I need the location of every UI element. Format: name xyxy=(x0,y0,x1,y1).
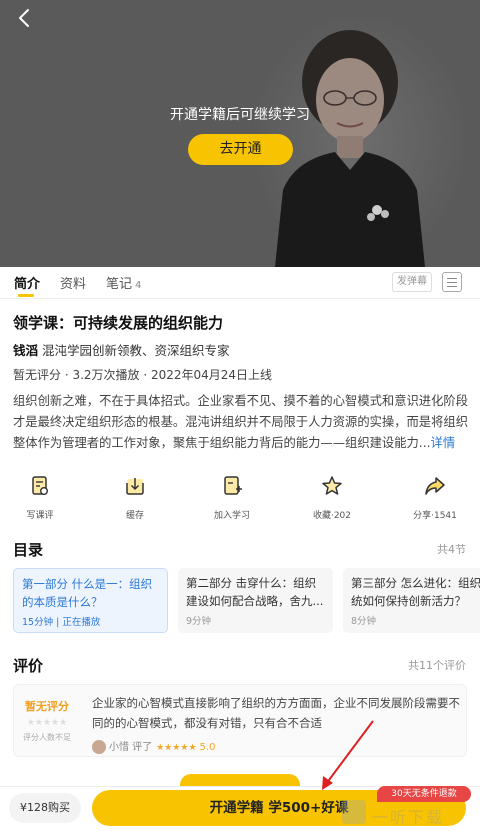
add-study-button[interactable]: 加入学习 xyxy=(197,474,267,521)
empty-stars: ★★★★★ xyxy=(26,718,68,728)
share-icon xyxy=(425,477,445,495)
catalog-item[interactable]: 第二部分 击穿什么：组织建设如何配合战略，舍九... 9分钟 xyxy=(178,568,333,633)
score-summary: 暂无评分 ★★★★★ 评分人数不足 xyxy=(14,685,80,758)
reviewer-line: 小惜 评了 ★★★★★ 5.0 xyxy=(92,738,215,754)
no-score-label: 暂无评分 xyxy=(25,700,69,713)
author-line: 钱滔 混沌学园创新领教、资深组织专家 xyxy=(13,340,230,359)
download-icon xyxy=(126,478,144,495)
download-label: 缓存 xyxy=(125,511,144,521)
description-more-link[interactable]: 详情 xyxy=(431,436,456,450)
catalog-item-meta: 15分钟 | 正在播放 xyxy=(22,617,101,628)
catalog-item-meta: 8分钟 xyxy=(351,616,377,627)
danmu-toggle-icon[interactable] xyxy=(442,272,462,292)
write-review-label: 写课评 xyxy=(26,511,54,521)
tab-notes-count: 4 xyxy=(135,280,142,291)
review-stars: ★★★★★ xyxy=(156,743,197,753)
watermark-logo-icon xyxy=(342,800,366,824)
catalog-count-link[interactable]: 共4节 xyxy=(437,541,466,557)
catalog-item[interactable]: 第一部分 什么是一：组织的本质是什么？ 15分钟 | 正在播放 xyxy=(13,568,168,633)
send-danmu-button[interactable]: 发弹幕 xyxy=(392,272,432,292)
download-button[interactable]: 缓存 xyxy=(100,474,170,521)
reviewer-name: 小惜 评了 xyxy=(109,742,153,753)
buy-button[interactable]: ¥128购买 xyxy=(9,793,81,823)
open-enrollment-button[interactable]: 去开通 xyxy=(188,134,293,165)
share-label: 分享·1541 xyxy=(413,511,457,521)
write-review-button[interactable]: 写课评 xyxy=(5,474,75,521)
star-icon xyxy=(322,476,342,495)
watermark-text: 一听下载 xyxy=(372,808,445,827)
reviews-count-link[interactable]: 共11个评价 xyxy=(408,657,466,673)
author-description: 混沌学园创新领教、资深组织专家 xyxy=(42,343,230,358)
tab-active-indicator xyxy=(18,294,34,297)
write-review-icon xyxy=(32,476,48,495)
add-study-icon xyxy=(224,476,242,495)
back-arrow-icon[interactable] xyxy=(12,6,38,32)
site-watermark: 一听下载 xyxy=(342,798,476,828)
course-description: 组织创新之难，不在于具体招式。企业家看不见、摸不着的心智模式和意识进化阶段才是最… xyxy=(13,391,469,454)
catalog-item-title: 第三部分 怎么进化：组织系统如何保持创新活力？ xyxy=(351,576,480,608)
add-study-label: 加入学习 xyxy=(213,511,250,521)
catalog-title: 目录 xyxy=(13,541,44,559)
catalog-item-title: 第二部分 击穿什么：组织建设如何配合战略，舍九... xyxy=(186,576,324,608)
course-title: 领学课：可持续发展的组织能力 xyxy=(13,314,224,332)
course-stats: 暂无评分 · 3.2万次播放 · 2022年04月24日上线 xyxy=(13,368,273,382)
author-name[interactable]: 钱滔 xyxy=(13,343,38,358)
unlock-prompt: 开通学籍后可继续学习 xyxy=(170,107,310,123)
tab-materials[interactable]: 资料 xyxy=(60,273,86,292)
tab-notes[interactable]: 笔记 4 xyxy=(106,273,141,292)
tab-intro[interactable]: 简介 xyxy=(14,273,40,292)
description-text: 组织创新之难，不在于具体招式。企业家看不见、摸不着的心智模式和意识进化阶段才是最… xyxy=(13,394,468,450)
favorite-button[interactable]: 收藏·202 xyxy=(297,474,367,521)
share-button[interactable]: 分享·1541 xyxy=(400,474,470,521)
favorite-label: 收藏·202 xyxy=(312,511,352,521)
catalog-item[interactable]: 第三部分 怎么进化：组织系统如何保持创新活力？ 8分钟 xyxy=(343,568,480,633)
few-raters-label: 评分人数不足 xyxy=(23,733,71,742)
catalog-item-title: 第一部分 什么是一：组织的本质是什么？ xyxy=(22,577,153,609)
reviews-title: 评价 xyxy=(13,657,44,675)
action-row: 写课评 缓存 加入学习 收藏·202 分享·1541 xyxy=(0,474,480,524)
video-player[interactable]: 开通学籍后可继续学习 去开通 xyxy=(0,0,480,267)
tab-notes-label: 笔记 xyxy=(106,277,133,292)
review-card[interactable]: 暂无评分 ★★★★★ 评分人数不足 企业家的心智模式直接影响了组织的方方面面，企… xyxy=(13,684,467,757)
review-text: 企业家的心智模式直接影响了组织的方方面面，企业不同发展阶段需要不同的的心智模式，… xyxy=(92,696,460,730)
catalog-item-meta: 9分钟 xyxy=(186,616,212,627)
avatar xyxy=(92,740,106,754)
review-score: 5.0 xyxy=(199,742,216,753)
